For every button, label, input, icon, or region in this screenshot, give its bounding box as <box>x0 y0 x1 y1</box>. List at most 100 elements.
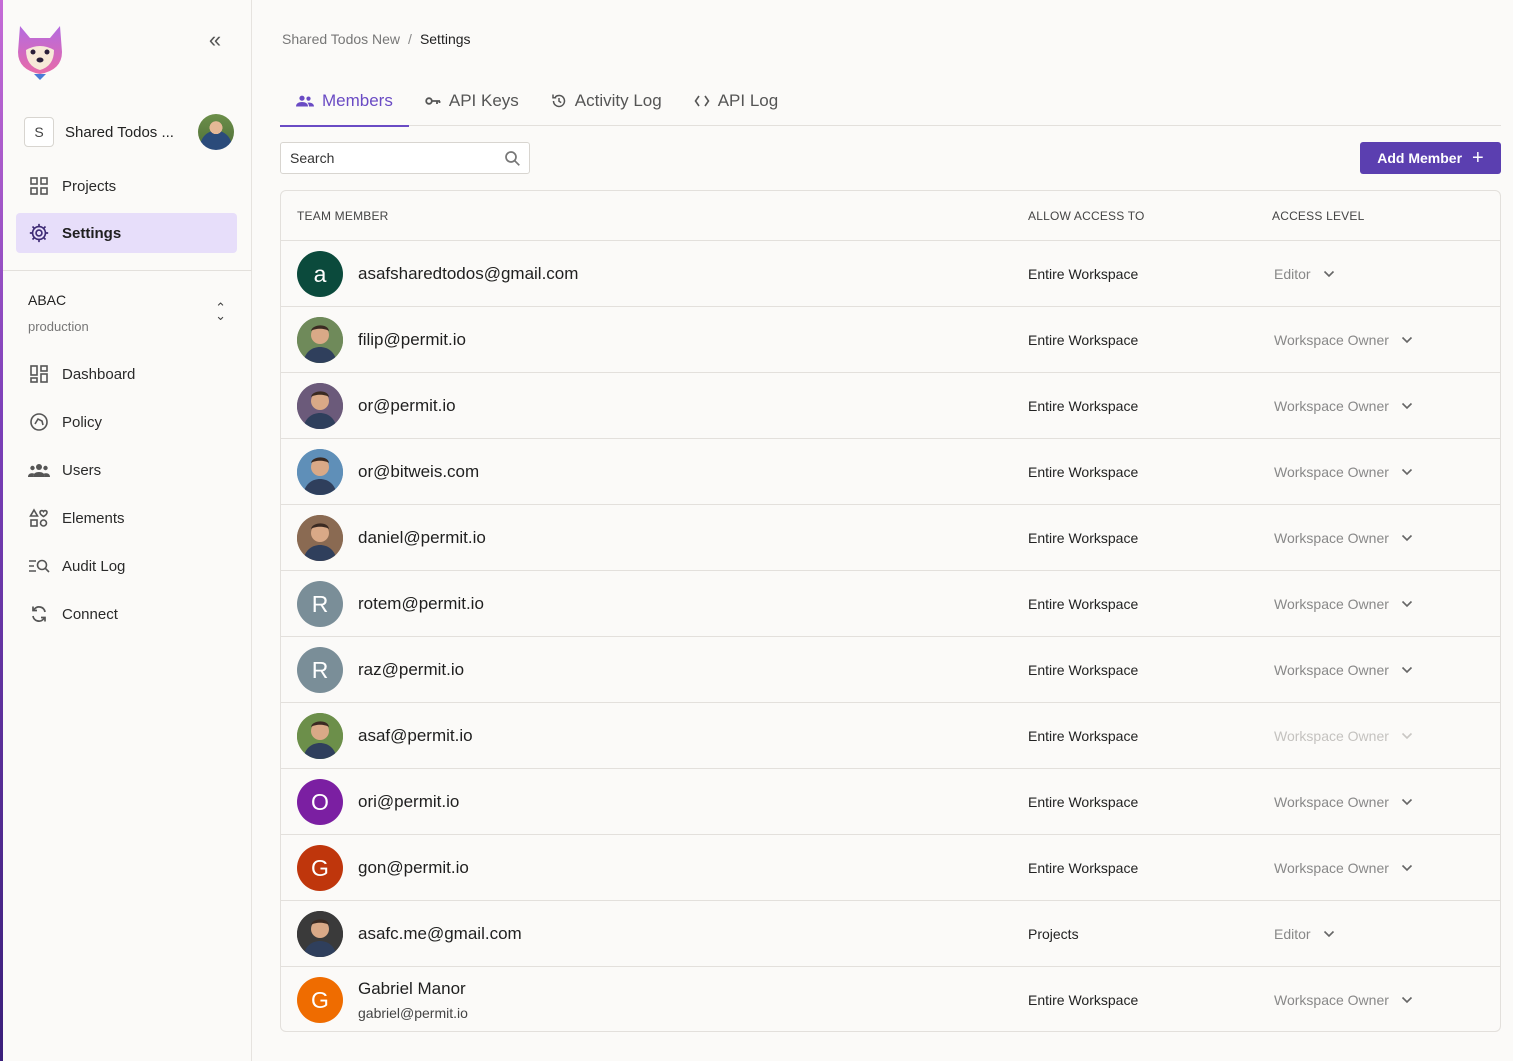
add-member-label: Add Member <box>1377 150 1463 166</box>
access-level-value: Workspace Owner <box>1274 464 1389 480</box>
access-level-select[interactable]: Workspace Owner <box>1274 662 1413 678</box>
allow-access-value: Entire Workspace <box>1028 332 1139 348</box>
allow-access-value: Entire Workspace <box>1028 662 1139 678</box>
double-chevron-left-icon: « <box>208 27 222 52</box>
add-member-button[interactable]: Add Member + <box>1360 142 1501 174</box>
avatar: a <box>297 251 343 297</box>
sync-icon <box>28 603 50 625</box>
access-level-select[interactable]: Workspace Owner <box>1274 464 1413 480</box>
dashboard-icon <box>28 363 50 385</box>
table-row: asaf@permit.io Entire Workspace Workspace … <box>281 703 1500 769</box>
access-level-select[interactable]: Workspace Owner <box>1274 992 1413 1008</box>
sidebar-item-users[interactable]: Users <box>16 450 237 490</box>
sidebar-item-projects[interactable]: Projects <box>16 166 237 206</box>
member-email: filip@permit.io <box>358 330 466 349</box>
table-row: asafc.me@gmail.com Projects Editor <box>281 901 1500 967</box>
environment-stage: production <box>28 319 89 334</box>
collapse-sidebar-button[interactable]: « <box>203 28 227 52</box>
access-level-value: Workspace Owner <box>1274 992 1389 1008</box>
allow-access-value: Projects <box>1028 926 1079 942</box>
member-email: asafc.me@gmail.com <box>358 924 522 943</box>
access-level-select[interactable]: Workspace Owner <box>1274 860 1413 876</box>
plus-icon: + <box>1472 147 1484 169</box>
table-row: or@permit.io Entire Workspace Workspace Ow… <box>281 373 1500 439</box>
user-avatar[interactable] <box>198 114 234 150</box>
sidebar-item-label: Elements <box>62 509 125 527</box>
sidebar-item-label: Policy <box>62 413 103 431</box>
workspace-badge: S <box>24 117 54 147</box>
table-row: Oori@permit.io Entire Workspace Workspace … <box>281 769 1500 835</box>
sidebar-item-label: Users <box>62 461 102 479</box>
access-level-select[interactable]: Workspace Owner <box>1274 596 1413 612</box>
members-icon <box>296 95 314 107</box>
members-table: TEAM MEMBER ALLOW ACCESS TO ACCESS LEVEL… <box>280 190 1501 1032</box>
sidebar-item-settings[interactable]: Settings <box>16 213 237 253</box>
gear-icon <box>28 222 50 244</box>
sidebar-item-policy[interactable]: Policy <box>16 402 237 442</box>
sidebar-item-label: Connect <box>62 605 118 623</box>
table-row: Ggon@permit.io Entire Workspace Workspace … <box>281 835 1500 901</box>
access-level-value: Editor <box>1274 926 1311 942</box>
search-field[interactable] <box>280 142 530 174</box>
avatar: O <box>297 779 343 825</box>
avatar: G <box>297 845 343 891</box>
column-header-team-member: TEAM MEMBER <box>297 208 389 223</box>
access-level-select[interactable]: Editor <box>1274 926 1335 942</box>
table-row: Rraz@permit.io Entire Workspace Workspace … <box>281 637 1500 703</box>
member-email: ori@permit.io <box>358 792 460 811</box>
access-level-value: Workspace Owner <box>1274 662 1389 678</box>
search-icon[interactable] <box>504 150 521 172</box>
avatar <box>297 911 343 957</box>
access-level-value: Workspace Owner <box>1274 530 1389 546</box>
sidebar-item-elements[interactable]: Elements <box>16 498 237 538</box>
member-email: rotem@permit.io <box>358 594 484 613</box>
sidebar-item-audit-log[interactable]: Audit Log <box>16 546 237 586</box>
environment-selector[interactable]: ABAC production ⌃ ⌄ <box>28 292 228 342</box>
settings-tabs: Members API Keys Activity Log API Log <box>280 76 1501 127</box>
sidebar-item-dashboard[interactable]: Dashboard <box>16 354 237 394</box>
column-header-access-level: ACCESS LEVEL <box>1272 208 1365 223</box>
chevron-down-icon <box>1401 666 1413 674</box>
tab-activity-log[interactable]: Activity Log <box>535 76 678 126</box>
member-email: raz@permit.io <box>358 660 465 679</box>
avatar <box>297 383 343 429</box>
key-icon <box>425 96 441 106</box>
workspace-selector[interactable]: S Shared Todos ... <box>24 112 234 152</box>
avatar <box>297 515 343 561</box>
access-level-select[interactable]: Workspace Owner <box>1274 530 1413 546</box>
history-icon <box>551 93 567 109</box>
chevron-down-icon <box>1401 336 1413 344</box>
breadcrumb-parent[interactable]: Shared Todos New <box>282 31 400 47</box>
table-row: G Gabriel Manor gabriel@permit.io Entire Wo… <box>281 967 1500 1031</box>
sidebar-item-connect[interactable]: Connect <box>16 594 237 634</box>
access-level-value: Workspace Owner <box>1274 596 1389 612</box>
search-input[interactable] <box>281 150 491 166</box>
access-level-select[interactable]: Workspace Owner <box>1274 398 1413 414</box>
allow-access-value: Entire Workspace <box>1028 464 1139 480</box>
member-email: or@bitweis.com <box>358 462 480 481</box>
chevron-down-icon <box>1323 270 1335 278</box>
allow-access-value: Entire Workspace <box>1028 530 1139 546</box>
table-row: Rrotem@permit.io Entire Workspace Workspac… <box>281 571 1500 637</box>
users-icon <box>28 459 50 481</box>
allow-access-value: Entire Workspace <box>1028 860 1139 876</box>
access-level-value: Workspace Owner <box>1274 860 1389 876</box>
allow-access-value: Entire Workspace <box>1028 728 1139 744</box>
tab-api-log[interactable]: API Log <box>678 76 795 126</box>
sidebar: « S Shared Todos ... Projects Settings A… <box>3 0 252 1061</box>
access-level-select[interactable]: Workspace Owner <box>1274 794 1413 810</box>
tab-members[interactable]: Members <box>280 76 409 127</box>
access-level-value: Workspace Owner <box>1274 794 1389 810</box>
access-level-value: Workspace Owner <box>1274 332 1389 348</box>
tab-api-keys[interactable]: API Keys <box>409 76 535 126</box>
access-level-select: Workspace Owner <box>1274 728 1413 744</box>
tab-label: Members <box>322 91 393 110</box>
sidebar-item-label: Settings <box>62 224 122 242</box>
access-level-select[interactable]: Workspace Owner <box>1274 332 1413 348</box>
avatar <box>297 449 343 495</box>
access-level-select[interactable]: Editor <box>1274 266 1335 282</box>
fox-logo[interactable] <box>16 22 64 84</box>
access-level-value: Workspace Owner <box>1274 398 1389 414</box>
table-row: a asafsharedtodos@gmail.com Entire Workspa… <box>281 241 1500 307</box>
access-level-value: Editor <box>1274 266 1311 282</box>
